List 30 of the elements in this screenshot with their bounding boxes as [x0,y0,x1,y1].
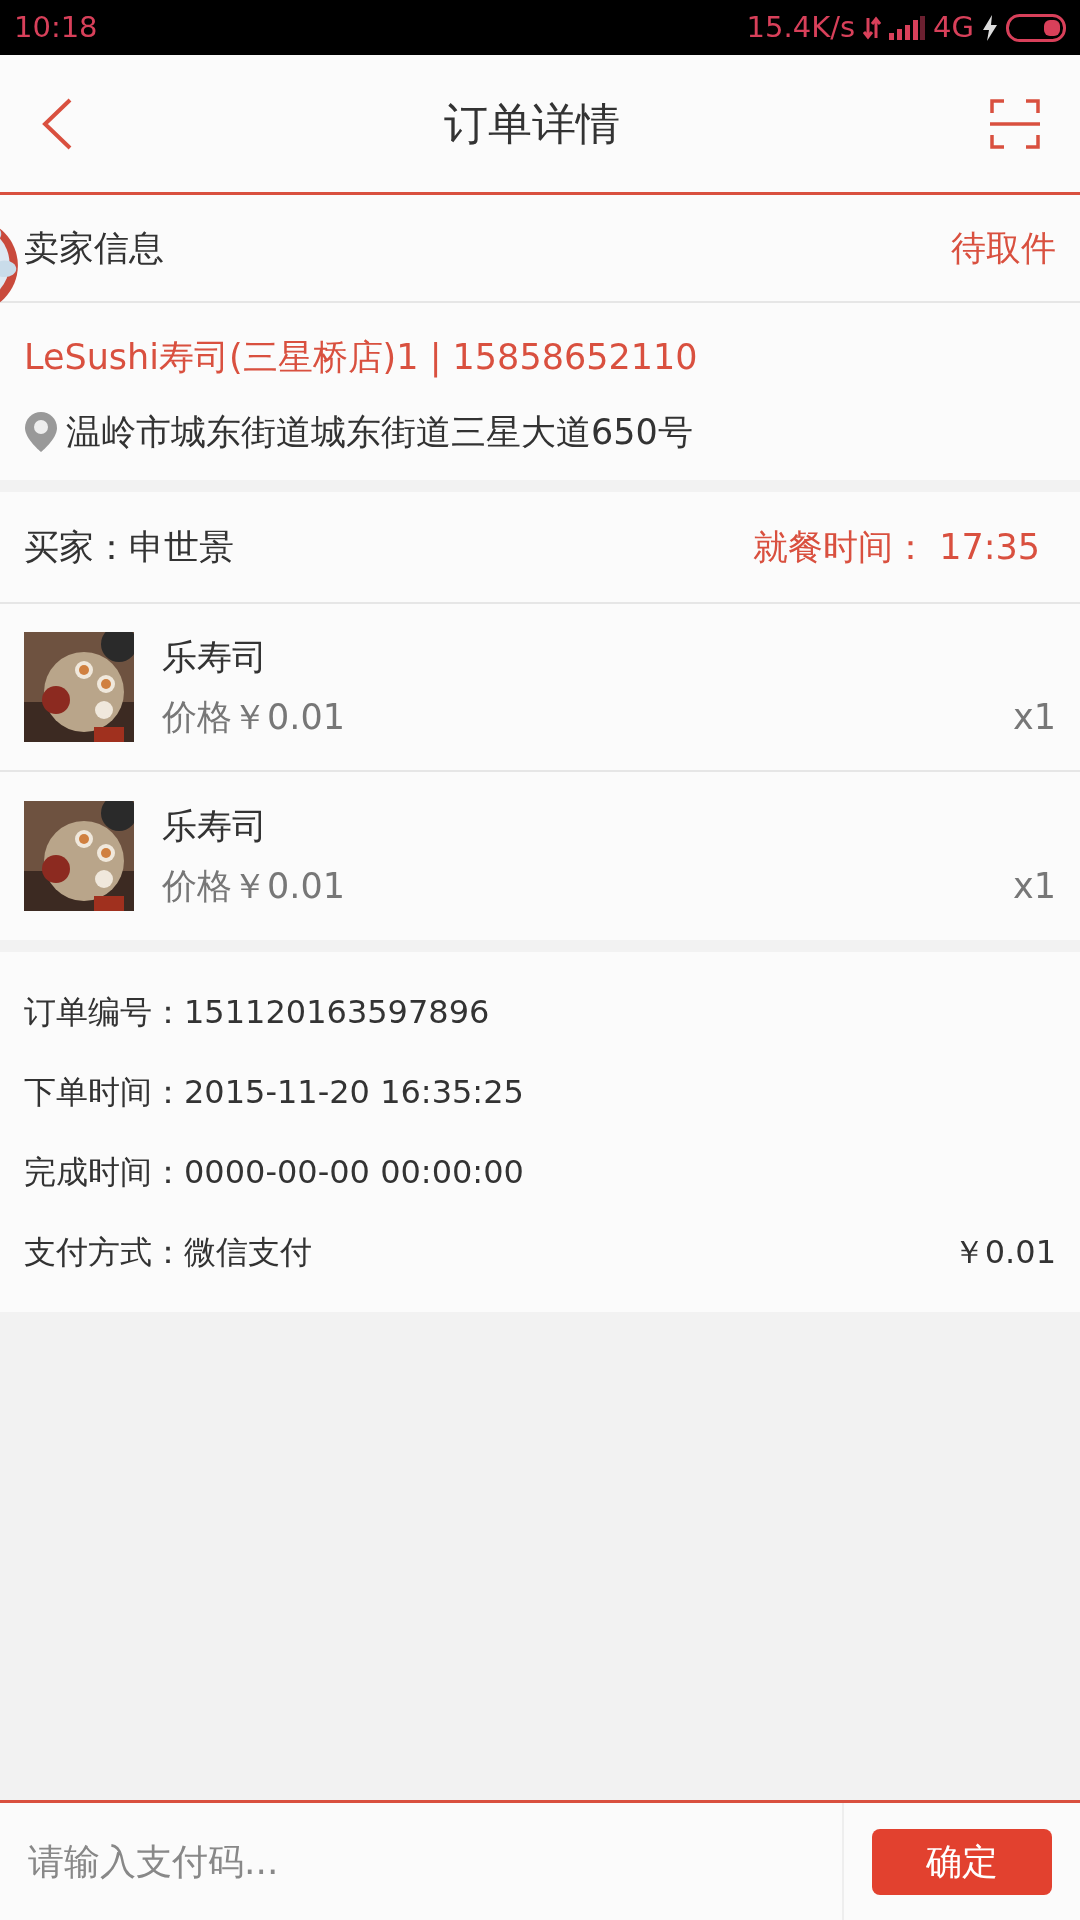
seller-address: 温岭市城东街道城东街道三星大道650号 [66,410,693,454]
item-name: 乐寿司 [162,804,268,848]
confirm-button[interactable]: 确定 [872,1828,1052,1895]
order-info-text: 下单时间：2015-11-20 16:35:25 [24,1072,524,1113]
meal-time: 就餐时间： 17:35 [753,525,1040,569]
payment-code-field[interactable]: 请输入支付码... [0,1803,844,1920]
scan-icon[interactable] [990,98,1040,149]
order-info-text: 支付方式：微信支付 [24,1232,312,1273]
section-heading: 卖家信息 [24,226,164,270]
item-price: 价格￥0.01 [162,696,345,739]
item-quantity: x1 [1013,865,1056,908]
item-name: 乐寿司 [162,635,268,679]
order-info-text: 订单编号：151120163597896 [24,992,490,1033]
buyer-name: 买家：申世景 [24,525,234,569]
charging-icon [982,14,998,41]
item-price: 价格￥0.01 [162,865,345,908]
status-time: 10:18 [14,8,98,46]
payment-amount: ￥0.01 [952,1232,1056,1273]
page-title: 订单详情 [444,96,620,151]
network-type: 4G [933,8,974,46]
data-transfer-icon [863,15,882,40]
order-status: 待取件 [951,226,1056,270]
item-quantity: x1 [1013,696,1056,739]
network-speed: 15.4K/s [746,8,856,46]
battery-icon [1006,13,1066,42]
location-pin-icon [24,410,58,453]
seller-name-phone: LeSushi寿司(三星桥店)1 | 15858652110 [24,336,699,380]
signal-icon [889,15,926,40]
back-icon[interactable] [40,96,74,151]
order-info-text: 完成时间：0000-00-00 00:00:00 [24,1152,524,1193]
